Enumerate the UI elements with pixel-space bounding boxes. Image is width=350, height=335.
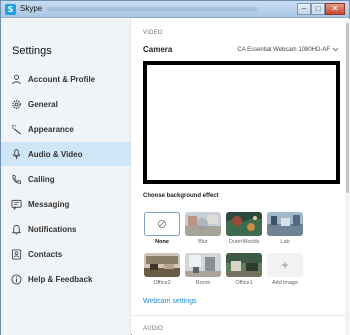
sidebar-item-label: Notifications — [28, 224, 77, 234]
title-bar: S Skype – □ ✕ — [1, 1, 349, 18]
effect-label: Lab — [280, 239, 290, 245]
background-effect-label: Choose background effect — [143, 193, 219, 199]
room-thumbnail — [185, 253, 221, 277]
lab-thumbnail — [267, 212, 303, 236]
camera-dropdown[interactable]: CA Essential Webcam 1080HD-AF — [237, 46, 339, 53]
window-title: Skype — [20, 4, 43, 13]
sidebar-title: Settings — [12, 45, 52, 57]
audio-section-label: AUDIO — [143, 326, 164, 332]
blurred-title-text — [47, 7, 257, 11]
effect-label: OuterWorlds — [228, 239, 260, 245]
sidebar-item-label: Contacts — [28, 249, 63, 259]
sidebar-item-contacts[interactable]: Contacts — [1, 242, 131, 266]
camera-label: Camera — [143, 45, 173, 54]
sidebar-item-label: General — [28, 99, 58, 109]
office2-thumbnail — [144, 253, 180, 277]
skype-window: S Skype – □ ✕ Settings Account & Profile… — [0, 0, 350, 335]
sidebar-item-calling[interactable]: Calling — [1, 167, 131, 191]
section-divider — [132, 315, 345, 316]
bell-icon — [10, 223, 22, 235]
effect-label: Room — [195, 280, 211, 286]
sidebar-item-appearance[interactable]: Appearance — [1, 117, 131, 141]
effect-label: None — [155, 239, 169, 245]
microphone-icon — [10, 148, 22, 160]
no-effect-icon — [144, 212, 180, 236]
sidebar-item-label: Account & Profile — [28, 74, 96, 84]
sidebar-item-messaging[interactable]: Messaging — [1, 192, 131, 216]
sidebar-item-help-feedback[interactable]: Help & Feedback — [1, 267, 131, 291]
effect-room[interactable]: Room — [185, 253, 221, 286]
vertical-scrollbar[interactable] — [345, 19, 350, 335]
window-controls: – □ ✕ — [297, 3, 345, 15]
info-icon — [10, 273, 22, 285]
camera-preview — [143, 61, 340, 184]
phone-icon — [10, 173, 22, 185]
sidebar-item-label: Appearance — [28, 124, 74, 134]
sidebar-item-label: Calling — [28, 174, 55, 184]
outerworlds-thumbnail — [226, 212, 262, 236]
chevron-down-icon — [332, 47, 339, 52]
effect-label: Office1 — [235, 280, 253, 286]
scrollbar-thumb[interactable] — [346, 23, 349, 193]
sidebar-item-notifications[interactable]: Notifications — [1, 217, 131, 241]
contacts-icon — [10, 248, 22, 260]
minimize-button[interactable]: – — [297, 3, 311, 15]
maximize-button[interactable]: □ — [311, 3, 325, 15]
sidebar-item-account-profile[interactable]: Account & Profile — [1, 67, 131, 91]
office1-thumbnail — [226, 253, 262, 277]
effect-label: Office2 — [153, 280, 171, 286]
plus-icon: + — [267, 253, 303, 277]
magic-wand-icon — [10, 123, 22, 135]
audio-video-panel: VIDEO Camera CA Essential Webcam 1080HD-… — [132, 19, 345, 335]
sidebar-item-label: Messaging — [28, 199, 70, 209]
effect-office1[interactable]: Office1 — [226, 253, 262, 286]
effect-outerworlds[interactable]: OuterWorlds — [226, 212, 262, 245]
sidebar-item-label: Audio & Video — [28, 149, 83, 159]
effect-office2[interactable]: Office2 — [144, 253, 180, 286]
effect-label: Add image — [271, 280, 299, 286]
blur-thumbnail — [185, 212, 221, 236]
webcam-settings-link[interactable]: Webcam settings — [143, 298, 197, 305]
camera-dropdown-value: CA Essential Webcam 1080HD-AF — [237, 46, 330, 53]
effect-none[interactable]: None — [144, 212, 180, 245]
chat-icon — [10, 198, 22, 210]
skype-logo-icon: S — [5, 4, 16, 15]
effect-blur[interactable]: Blur — [185, 212, 221, 245]
person-icon — [10, 73, 22, 85]
close-button[interactable]: ✕ — [325, 3, 345, 15]
gear-icon — [10, 98, 22, 110]
add-image-button[interactable]: + Add image — [267, 253, 303, 286]
effect-lab[interactable]: Lab — [267, 212, 303, 245]
sidebar-item-audio-video[interactable]: Audio & Video — [1, 142, 131, 166]
settings-sidebar: Settings Account & Profile General Appea… — [1, 19, 131, 335]
sidebar-item-label: Help & Feedback — [28, 274, 93, 284]
video-section-label: VIDEO — [143, 30, 163, 36]
effect-label: Blur — [198, 239, 208, 245]
sidebar-item-general[interactable]: General — [1, 92, 131, 116]
